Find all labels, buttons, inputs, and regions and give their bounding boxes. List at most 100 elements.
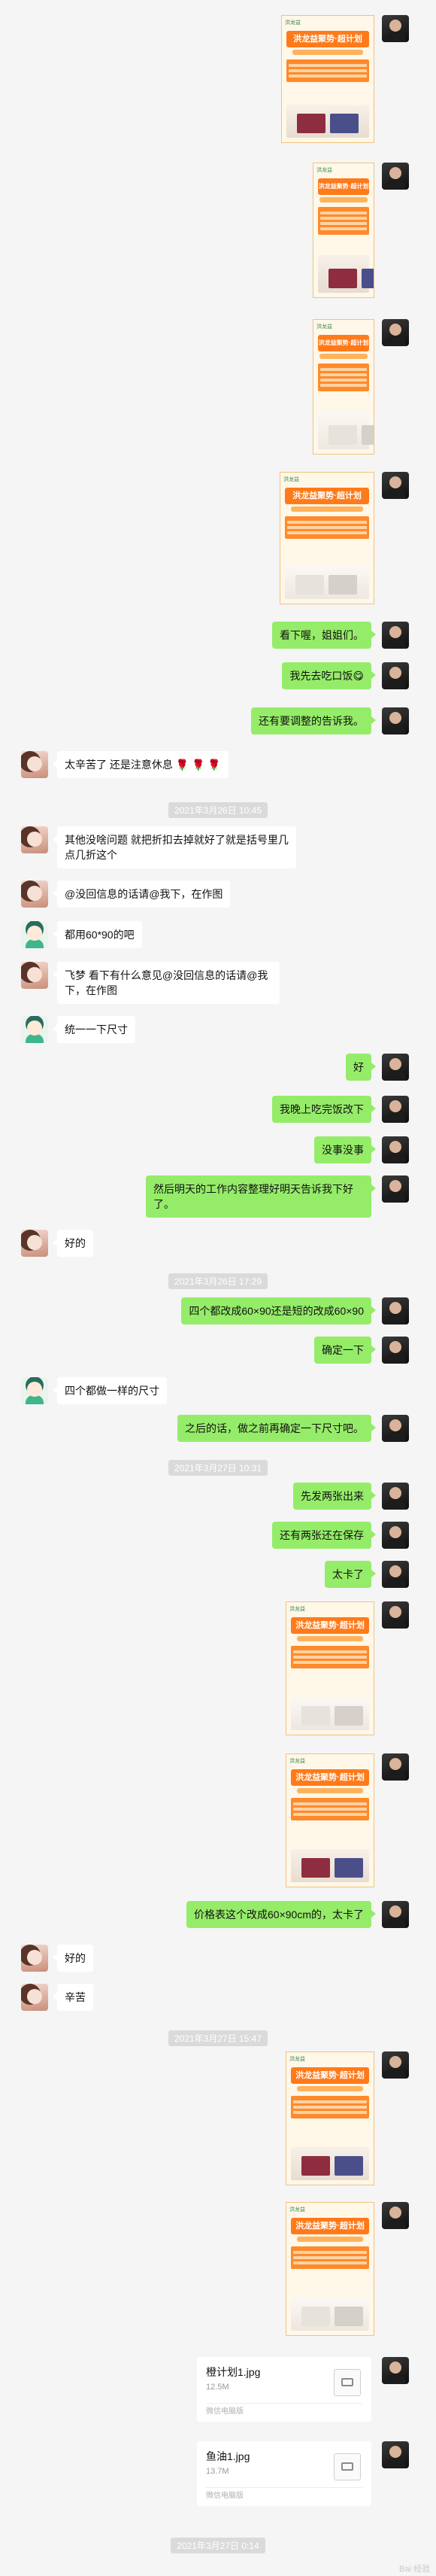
avatar[interactable]	[21, 1945, 48, 1972]
poster-subtitle-bar	[319, 354, 368, 359]
message-bubble[interactable]: 看下喔，姐姐们。	[272, 622, 376, 649]
message-bubble[interactable]: 没事没事	[314, 1136, 376, 1163]
poster-title: 洪龙益聚势·超计划	[291, 1769, 369, 1786]
message-bubble[interactable]: 价格表这个改成60×90cm的，太卡了	[186, 1901, 376, 1928]
poster-product-photo	[318, 412, 369, 449]
poster-image[interactable]: 洪龙益 洪龙益聚势·超计划	[281, 15, 374, 143]
poster-brand: 洪龙益	[285, 20, 301, 26]
poster-brand: 洪龙益	[289, 1759, 305, 1764]
avatar[interactable]	[382, 1096, 409, 1123]
poster-brand: 洪龙益	[289, 1607, 305, 1612]
avatar[interactable]	[382, 1175, 409, 1203]
poster-image[interactable]: 洪龙益 洪龙益聚势·超计划	[313, 163, 374, 298]
avatar[interactable]	[382, 1483, 409, 1510]
poster-product-photo	[291, 2298, 369, 2331]
avatar[interactable]	[21, 1984, 48, 2011]
message-bubble[interactable]: 之后的话，做之前再确定一下尺寸吧。	[177, 1415, 376, 1442]
avatar[interactable]	[382, 2357, 409, 2384]
poster-product-photo	[291, 2147, 369, 2180]
poster-subtitle-bar	[292, 50, 363, 55]
avatar[interactable]	[382, 662, 409, 689]
avatar[interactable]	[382, 622, 409, 649]
poster-image[interactable]: 洪龙益 洪龙益聚势·超计划	[286, 2202, 374, 2336]
avatar[interactable]	[382, 1601, 409, 1629]
avatar[interactable]	[21, 1230, 48, 1257]
poster-title: 洪龙益聚势·超计划	[286, 31, 369, 47]
poster-title: 洪龙益聚势·超计划	[291, 2067, 369, 2084]
avatar[interactable]	[21, 921, 48, 948]
poster-subtitle-bar	[319, 197, 368, 202]
poster-price-table	[291, 1798, 369, 1820]
watermark: Bai 经验	[399, 2565, 430, 2574]
avatar[interactable]	[382, 163, 409, 190]
timestamp: 2021年3月27日 15:47	[0, 2030, 436, 2046]
divider	[206, 2487, 362, 2488]
file-icon	[334, 2369, 361, 2396]
message-bubble[interactable]: 四个都做一样的尺寸	[53, 1377, 167, 1404]
message-bubble[interactable]: 太卡了	[325, 1561, 376, 1588]
avatar[interactable]	[382, 1054, 409, 1081]
message-bubble[interactable]: 好的	[53, 1945, 93, 1972]
avatar[interactable]	[382, 1297, 409, 1324]
avatar[interactable]	[382, 1522, 409, 1549]
avatar[interactable]	[21, 751, 48, 778]
avatar[interactable]	[382, 472, 409, 499]
message-bubble[interactable]: 辛苦	[53, 1984, 93, 2011]
poster-image[interactable]: 洪龙益 洪龙益聚势·超计划	[313, 319, 374, 455]
poster-price-table	[318, 363, 369, 391]
avatar[interactable]	[382, 2202, 409, 2229]
file-icon	[334, 2453, 361, 2480]
timestamp: 2021年3月27日 0:14	[0, 2538, 436, 2553]
message-bubble[interactable]: 太辛苦了 还是注意休息 🌹 🌹 🌹	[53, 751, 229, 778]
message-bubble[interactable]: 先发两张出来	[293, 1483, 376, 1510]
message-bubble[interactable]: 确定一下	[314, 1337, 376, 1364]
poster-subtitle-bar	[297, 2086, 363, 2091]
message-bubble[interactable]: 统一一下尺寸	[53, 1016, 135, 1043]
poster-price-table	[286, 59, 369, 82]
avatar[interactable]	[382, 15, 409, 42]
avatar[interactable]	[382, 2441, 409, 2468]
message-bubble[interactable]: 好的	[53, 1230, 93, 1257]
avatar[interactable]	[21, 826, 48, 853]
poster-product-photo	[318, 255, 369, 293]
avatar[interactable]	[382, 1901, 409, 1928]
message-bubble[interactable]: 还有两张还在保存	[272, 1522, 376, 1549]
message-bubble[interactable]: 然后明天的工作内容整理好明天告诉我下好了。	[146, 1175, 376, 1218]
poster-title: 洪龙益聚势·超计划	[318, 178, 369, 195]
avatar[interactable]	[382, 319, 409, 346]
message-bubble[interactable]: 我晚上吃完饭改下	[272, 1096, 376, 1123]
message-bubble[interactable]: 我先去吃口饭😋	[282, 662, 376, 689]
message-bubble[interactable]: 还有要调整的告诉我。	[251, 707, 376, 734]
avatar[interactable]	[382, 1136, 409, 1163]
poster-brand: 洪龙益	[316, 324, 332, 330]
timestamp-text: 2021年3月27日 15:47	[168, 2030, 268, 2046]
message-bubble[interactable]: 飞梦 看下有什么意见@没回信息的话请@我下，在作图	[53, 962, 280, 1004]
message-bubble[interactable]: @没回信息的话请@我下，在作图	[52, 880, 231, 908]
avatar[interactable]	[382, 2051, 409, 2079]
poster-image[interactable]: 洪龙益 洪龙益聚势·超计划	[286, 1601, 374, 1735]
message-bubble[interactable]: 都用60*90的吧	[53, 921, 142, 948]
message-bubble[interactable]: 好	[346, 1054, 376, 1081]
poster-brand: 洪龙益	[316, 168, 332, 173]
avatar[interactable]	[382, 707, 409, 734]
avatar[interactable]	[382, 1561, 409, 1588]
message-bubble[interactable]: 四个都改成60×90还是短的改成60×90	[181, 1297, 376, 1324]
poster-subtitle-bar	[297, 1636, 363, 1641]
file-card[interactable]: 橙计划1.jpg 12.5M 微信电脑版	[197, 2357, 371, 2422]
message-bubble[interactable]: 其他没啥问题 就把折扣去掉就好了就是括号里几点几折这个	[53, 826, 296, 868]
avatar[interactable]	[382, 1337, 409, 1364]
timestamp: 2021年3月27日 10:31	[0, 1460, 436, 1476]
poster-image[interactable]: 洪龙益 洪龙益聚势·超计划	[286, 1753, 374, 1887]
poster-image[interactable]: 洪龙益 洪龙益聚势·超计划	[280, 472, 374, 604]
avatar[interactable]	[21, 962, 48, 989]
file-card[interactable]: 鱼油1.jpg 13.7M 微信电脑版	[197, 2441, 371, 2506]
timestamp-text: 2021年3月26日 17:29	[168, 1273, 268, 1289]
poster-brand: 洪龙益	[289, 2207, 305, 2213]
avatar[interactable]	[382, 1753, 409, 1781]
poster-image[interactable]: 洪龙益 洪龙益聚势·超计划	[286, 2051, 374, 2185]
avatar[interactable]	[21, 880, 48, 908]
avatar[interactable]	[21, 1016, 48, 1043]
avatar[interactable]	[382, 1415, 409, 1442]
avatar[interactable]	[21, 1377, 48, 1404]
poster-price-table	[291, 2096, 369, 2118]
